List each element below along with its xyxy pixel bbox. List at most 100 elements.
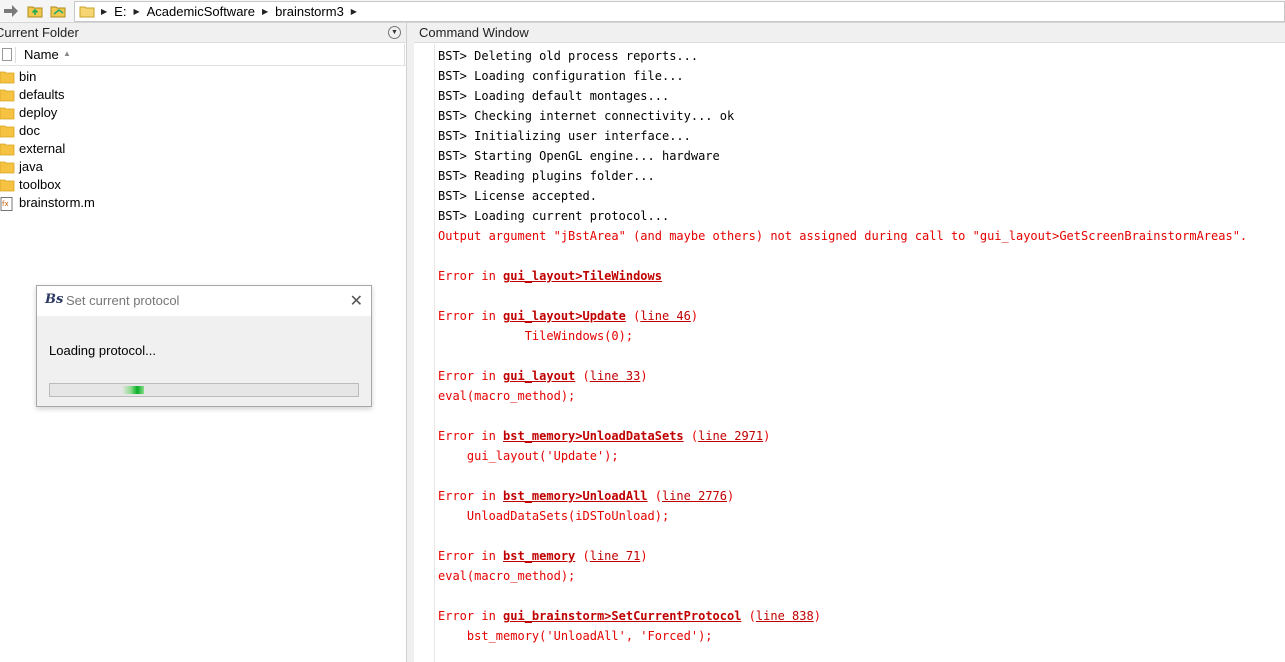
error-prefix: Error in: [438, 309, 504, 323]
output-line: BST> Loading configuration file...: [438, 69, 684, 83]
output-line: BST> Checking internet connectivity... o…: [438, 109, 735, 123]
error-function-link[interactable]: bst_memory>UnloadAll: [503, 489, 648, 503]
error-function-link[interactable]: gui_layout: [503, 369, 575, 383]
file-list-item[interactable]: bin: [0, 68, 406, 86]
file-list-item[interactable]: external: [0, 140, 406, 158]
column-divider[interactable]: [15, 47, 16, 63]
breadcrumb-drive[interactable]: E:: [114, 4, 126, 19]
name-column-header[interactable]: Name: [24, 47, 59, 62]
error-trace-line: Error in bst_memory>UnloadDataSets (line…: [438, 429, 771, 443]
toolbar: ▶ E: ▶ AcademicSoftware ▶ brainstorm3 ▶: [0, 0, 1285, 23]
breadcrumb-separator-icon[interactable]: ▶: [101, 7, 107, 16]
file-list-item[interactable]: doc: [0, 122, 406, 140]
error-line: eval(macro_method);: [438, 389, 576, 403]
file-list: bin defaults deploy doc external java toolbox f…: [0, 68, 406, 212]
file-name: external: [19, 141, 66, 156]
error-prefix: Error in: [438, 429, 504, 443]
error-prefix: Error in: [438, 269, 504, 283]
column-header: Name ▲: [0, 44, 406, 66]
file-list-item[interactable]: deploy: [0, 104, 406, 122]
sort-ascending-icon: ▲: [63, 49, 71, 58]
brainstorm-logo-icon: Bs: [45, 292, 64, 307]
error-function-link[interactable]: gui_layout>TileWindows: [503, 269, 662, 283]
dialog-message: Loading protocol...: [49, 343, 156, 358]
dialog-title: Set current protocol: [66, 293, 180, 308]
error-trace-line: Error in gui_layout (line 33): [438, 369, 648, 383]
file-type-icon: [2, 48, 12, 61]
error-line: eval(macro_method);: [438, 569, 576, 583]
file-name: deploy: [19, 105, 58, 120]
error-line: Output argument "jBstArea" (and maybe ot…: [438, 229, 1248, 243]
file-list-item[interactable]: defaults: [0, 86, 406, 104]
error-prefix: Error in: [438, 369, 504, 383]
file-name: java: [19, 159, 43, 174]
output-line: BST> Reading plugins folder...: [438, 169, 655, 183]
output-line: BST> Deleting old process reports...: [438, 49, 699, 63]
set-protocol-dialog: Bs Set current protocol ✕ Loading protoc…: [36, 285, 372, 407]
address-bar[interactable]: ▶ E: ▶ AcademicSoftware ▶ brainstorm3 ▶: [74, 1, 1285, 22]
output-line: BST> Loading current protocol...: [438, 209, 670, 223]
error-prefix: Error in: [438, 549, 504, 563]
error-line-link[interactable]: line 838: [756, 609, 814, 623]
output-line: BST> License accepted.: [438, 189, 597, 203]
browse-folder-icon[interactable]: [49, 3, 67, 19]
matlab-file-icon: fx: [0, 197, 15, 216]
file-list-item[interactable]: fx brainstorm.m: [0, 194, 406, 212]
file-list-item[interactable]: java: [0, 158, 406, 176]
error-line: TileWindows(0);: [438, 329, 634, 343]
current-folder-titlebar: Current Folder ▼: [0, 23, 406, 43]
file-name: bin: [19, 69, 37, 84]
command-window-panel: Command Window BST> Deleting old process…: [414, 23, 1285, 662]
output-line: BST> Starting OpenGL engine... hardware: [438, 149, 720, 163]
progress-bar: [49, 383, 359, 397]
error-trace-line: Error in gui_brainstorm>SetCurrentProtoc…: [438, 609, 821, 623]
file-name: defaults: [19, 87, 65, 102]
column-divider[interactable]: [404, 44, 405, 66]
command-window-output[interactable]: BST> Deleting old process reports... BST>…: [438, 46, 1283, 660]
command-window-gutter: [414, 44, 435, 662]
error-line-link[interactable]: line 2971: [698, 429, 763, 443]
error-prefix: Error in: [438, 489, 504, 503]
error-function-link[interactable]: gui_brainstorm>SetCurrentProtocol: [503, 609, 741, 623]
panel-splitter[interactable]: [406, 23, 414, 662]
close-icon[interactable]: ✕: [350, 291, 363, 311]
error-line: bst_memory('UnloadAll', 'Forced');: [438, 629, 713, 643]
file-name: toolbox: [19, 177, 61, 192]
breadcrumb-brainstorm3[interactable]: brainstorm3: [275, 4, 344, 19]
error-function-link[interactable]: bst_memory>UnloadDataSets: [503, 429, 684, 443]
breadcrumb-separator-icon[interactable]: ▶: [133, 7, 139, 16]
error-trace-line: Error in gui_layout>TileWindows: [438, 266, 1283, 286]
output-line: BST> Loading default montages...: [438, 89, 670, 103]
error-function-link[interactable]: bst_memory: [503, 549, 575, 563]
dialog-titlebar[interactable]: Bs Set current protocol ✕: [37, 286, 371, 316]
progress-indicator: [122, 386, 144, 394]
file-name: doc: [19, 123, 40, 138]
error-trace-line: Error in gui_layout>Update (line 46): [438, 309, 699, 323]
matlab-window: ▶ E: ▶ AcademicSoftware ▶ brainstorm3 ▶ …: [0, 0, 1285, 662]
forward-arrow-icon[interactable]: [2, 3, 20, 19]
up-folder-icon[interactable]: [26, 3, 44, 19]
error-line-link[interactable]: line 33: [590, 369, 641, 383]
folder-icon: [79, 5, 95, 18]
error-line-link[interactable]: line 71: [590, 549, 641, 563]
breadcrumb-separator-icon[interactable]: ▶: [262, 7, 268, 16]
command-window-titlebar: Command Window: [414, 23, 1285, 43]
error-function-link[interactable]: gui_layout>Update: [503, 309, 626, 323]
breadcrumb-academicsoftware[interactable]: AcademicSoftware: [147, 4, 255, 19]
file-name: brainstorm.m: [19, 195, 95, 210]
panel-title: Current Folder: [0, 25, 79, 40]
file-list-item[interactable]: toolbox: [0, 176, 406, 194]
error-line-link[interactable]: line 2776: [662, 489, 727, 503]
error-line-link[interactable]: line 46: [640, 309, 691, 323]
error-line: gui_layout('Update');: [438, 449, 619, 463]
breadcrumb-separator-icon[interactable]: ▶: [351, 7, 357, 16]
panel-actions-icon[interactable]: ▼: [388, 26, 401, 39]
error-prefix: Error in: [438, 609, 504, 623]
error-trace-line: Error in bst_memory (line 71): [438, 549, 648, 563]
svg-text:fx: fx: [2, 200, 9, 208]
